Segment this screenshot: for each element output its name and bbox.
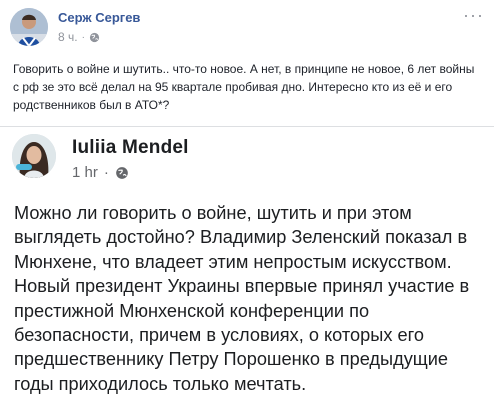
shared-post-time[interactable]: 1 hr — [72, 164, 98, 181]
shared-author-avatar[interactable] — [12, 134, 56, 178]
globe-icon[interactable] — [115, 166, 129, 180]
author-name[interactable]: Серж Сергев — [58, 10, 140, 25]
post-time[interactable]: 8 ч. — [58, 30, 78, 44]
shared-author-name[interactable]: Iuliia Mendel — [72, 137, 189, 159]
meta-separator: · — [81, 31, 85, 43]
shared-meta-separator: · — [103, 164, 109, 181]
avatar[interactable] — [10, 8, 48, 46]
outer-post: Серж Сергев 8 ч. · ··· Говорить о войне … — [0, 0, 494, 144]
post-text: Говорить о войне и шутить.. что-то новое… — [13, 62, 475, 112]
shared-post-text: Можно ли говорить о войне, шутить и при … — [14, 203, 470, 394]
more-options-icon[interactable]: ··· — [463, 6, 484, 24]
shared-post-meta: 1 hr · — [72, 164, 129, 181]
globe-icon[interactable] — [89, 32, 100, 43]
post-meta: 8 ч. · — [58, 30, 100, 44]
